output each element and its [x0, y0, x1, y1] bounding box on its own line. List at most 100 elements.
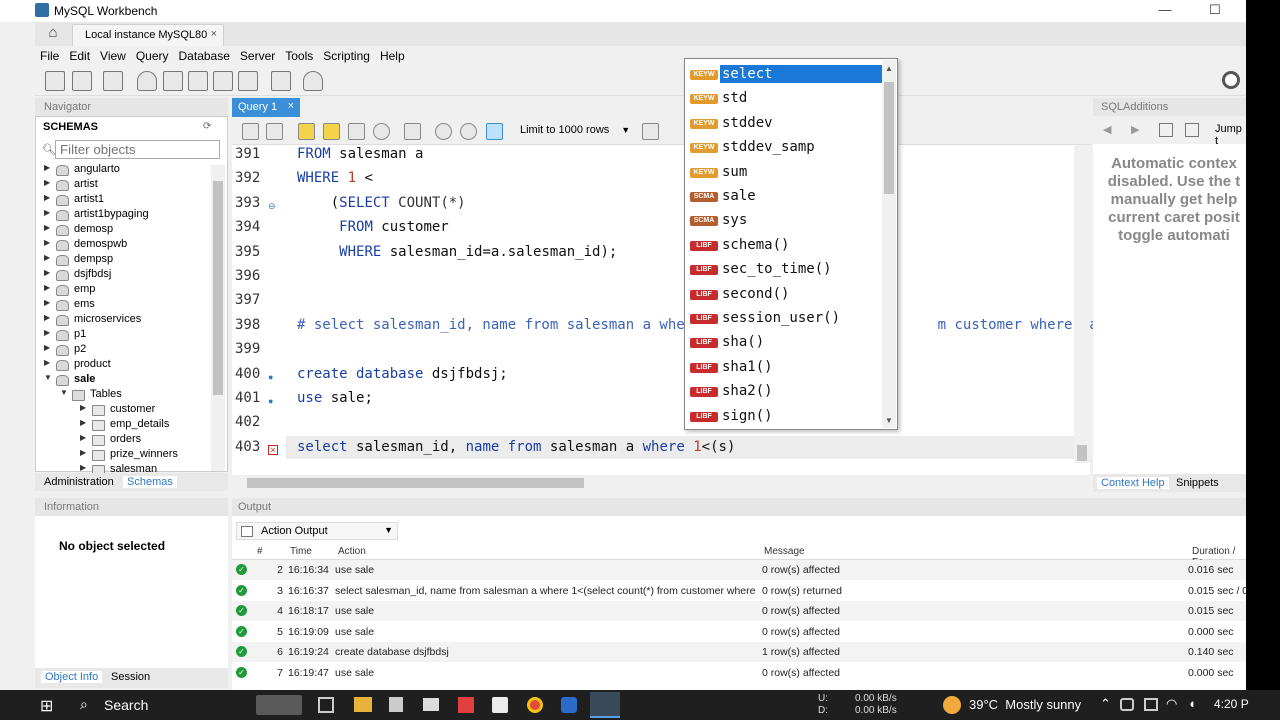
reconnect-icon[interactable]: [303, 71, 323, 91]
menu-file[interactable]: File: [35, 46, 64, 63]
output-row[interactable]: ✓ 2 16:16:34 use sale 0 row(s) affected 0.016…: [232, 560, 1246, 580]
editor-hscrollbar[interactable]: [232, 475, 1077, 491]
commit-icon[interactable]: [435, 123, 452, 140]
fold-icon[interactable]: ⊖: [268, 201, 276, 212]
collapse-icon[interactable]: ▼: [44, 373, 52, 382]
create-table-icon[interactable]: [163, 71, 183, 91]
code-line[interactable]: use sale;: [297, 390, 373, 406]
volume-icon[interactable]: ◖: [1188, 696, 1196, 711]
autocomplete-item[interactable]: KEYW stddev_samp: [687, 135, 883, 159]
autocomplete-item[interactable]: LIBF second(): [687, 282, 883, 306]
code-line[interactable]: select salesman_id, name from salesman a…: [297, 439, 735, 455]
expand-icon[interactable]: ▶: [44, 313, 50, 322]
inspector-icon[interactable]: [103, 71, 123, 91]
wifi-icon[interactable]: ◠: [1166, 696, 1177, 712]
column-message[interactable]: Message: [764, 546, 805, 557]
close-query-tab-icon[interactable]: ×: [288, 100, 294, 112]
file-explorer-icon[interactable]: [354, 697, 372, 712]
forward-icon[interactable]: ▶: [1131, 123, 1139, 136]
autocomplete-item[interactable]: LIBF sec_to_time(): [687, 257, 883, 281]
autocomplete-item[interactable]: KEYW std: [687, 86, 883, 110]
tab-session[interactable]: Session: [111, 671, 150, 683]
autocomplete-item[interactable]: KEYW select: [687, 62, 883, 86]
bookmark-icon[interactable]: [642, 123, 659, 140]
new-sql-tab-icon[interactable]: [45, 71, 65, 91]
mail-icon[interactable]: [423, 698, 439, 711]
code-line[interactable]: FROM customer: [297, 219, 449, 235]
expand-icon[interactable]: ▶: [44, 238, 50, 247]
menu-server[interactable]: Server: [235, 46, 280, 63]
minimize-button[interactable]: —: [1150, 2, 1180, 20]
display-icon[interactable]: [1144, 698, 1158, 711]
schema-tree-scroll-thumb[interactable]: [213, 181, 223, 395]
tab-snippets[interactable]: Snippets: [1176, 477, 1219, 489]
expand-icon[interactable]: ▶: [44, 253, 50, 262]
autocomplete-scroll-thumb[interactable]: [884, 82, 894, 194]
autocomplete-scrollbar[interactable]: ▲ ▼: [882, 60, 896, 428]
output-row[interactable]: ✓ 3 16:16:37 select salesman_id, name from …: [232, 581, 1246, 601]
task-view-icon[interactable]: [318, 697, 334, 713]
menu-tools[interactable]: Tools: [280, 46, 318, 63]
auto-help-icon[interactable]: [1185, 123, 1199, 137]
autocomplete-item[interactable]: LIBF sign(): [687, 404, 883, 428]
battery-icon[interactable]: [1120, 698, 1134, 711]
editor-scrollbar[interactable]: [1074, 145, 1090, 463]
query-tab[interactable]: Query 1 ×: [232, 98, 300, 117]
wps-icon[interactable]: [458, 697, 474, 713]
execute-current-icon[interactable]: [323, 123, 340, 140]
autocomplete-item[interactable]: LIBF sha2(): [687, 379, 883, 403]
column-action[interactable]: Action: [338, 546, 366, 557]
chevron-up-icon[interactable]: ⌃: [1100, 696, 1111, 712]
refresh-icon[interactable]: ⟳: [203, 121, 211, 132]
expand-icon[interactable]: ▶: [44, 343, 50, 352]
column-number[interactable]: #: [257, 546, 263, 557]
autocomplete-item[interactable]: LIBF session_user(): [687, 306, 883, 330]
column-time[interactable]: Time: [290, 546, 312, 557]
scroll-down-icon[interactable]: ▼: [885, 416, 893, 425]
code-line[interactable]: create database dsjfbdsj;: [297, 366, 508, 382]
weather-icon[interactable]: [943, 696, 961, 714]
sql-editor[interactable]: 391 FROM salesman a 392 WHERE 1 <393 (SELEC…: [232, 145, 1115, 475]
menu-edit[interactable]: Edit: [64, 46, 95, 63]
editor-hscroll-thumb[interactable]: [247, 478, 584, 488]
taskbar-search[interactable]: Search: [104, 697, 148, 713]
store-icon[interactable]: [389, 697, 403, 712]
open-file-icon[interactable]: [242, 123, 259, 140]
autocomplete-item[interactable]: SCMA sys: [687, 208, 883, 232]
autocomplete-item[interactable]: KEYW stddev: [687, 111, 883, 135]
expand-icon[interactable]: ▶: [44, 283, 50, 292]
search-table-data-icon[interactable]: [271, 71, 291, 91]
expand-icon[interactable]: ▶: [80, 448, 86, 457]
autocomplete-item[interactable]: LIBF schema(): [687, 233, 883, 257]
open-sql-script-icon[interactable]: [72, 71, 92, 91]
save-icon[interactable]: [266, 123, 283, 140]
output-row[interactable]: ✓ 5 16:19:09 use sale 0 row(s) affected 0.000…: [232, 622, 1246, 642]
output-row[interactable]: ✓ 7 16:19:47 use sale 0 row(s) affected 0.000…: [232, 663, 1246, 683]
expand-icon[interactable]: ▶: [44, 193, 50, 202]
create-procedure-icon[interactable]: [213, 71, 233, 91]
expand-icon[interactable]: ▶: [44, 178, 50, 187]
connection-tab[interactable]: Local instance MySQL80 ×: [72, 24, 224, 46]
gear-icon[interactable]: [1222, 71, 1240, 89]
output-row[interactable]: ✓ 6 16:19:24 create database dsjfbdsj 1 row(…: [232, 642, 1246, 663]
maximize-button[interactable]: ☐: [1200, 2, 1230, 20]
code-line[interactable]: FROM salesman a: [297, 146, 423, 162]
rollback-icon[interactable]: [460, 123, 477, 140]
expand-icon[interactable]: ▶: [80, 418, 86, 427]
autocomplete-item[interactable]: KEYW sum: [687, 160, 883, 184]
create-view-icon[interactable]: [188, 71, 208, 91]
tab-schemas[interactable]: Schemas: [123, 476, 177, 488]
limit-rows-select[interactable]: Limit to 1000 rows ▼: [520, 124, 630, 136]
menu-view[interactable]: View: [95, 46, 131, 63]
output-type-select[interactable]: Action Output ▼: [236, 522, 398, 540]
vscode-icon[interactable]: [561, 697, 577, 713]
expand-icon[interactable]: ▶: [44, 268, 50, 277]
expand-icon[interactable]: ▶: [80, 463, 86, 472]
explain-icon[interactable]: [348, 123, 365, 140]
expand-icon[interactable]: ▶: [44, 163, 50, 172]
expand-icon[interactable]: ▶: [80, 433, 86, 442]
toggle-error-stop-icon[interactable]: [404, 123, 421, 140]
menu-help[interactable]: Help: [375, 46, 410, 63]
notepad-icon[interactable]: [492, 697, 508, 713]
scroll-up-icon[interactable]: ▲: [885, 64, 893, 73]
